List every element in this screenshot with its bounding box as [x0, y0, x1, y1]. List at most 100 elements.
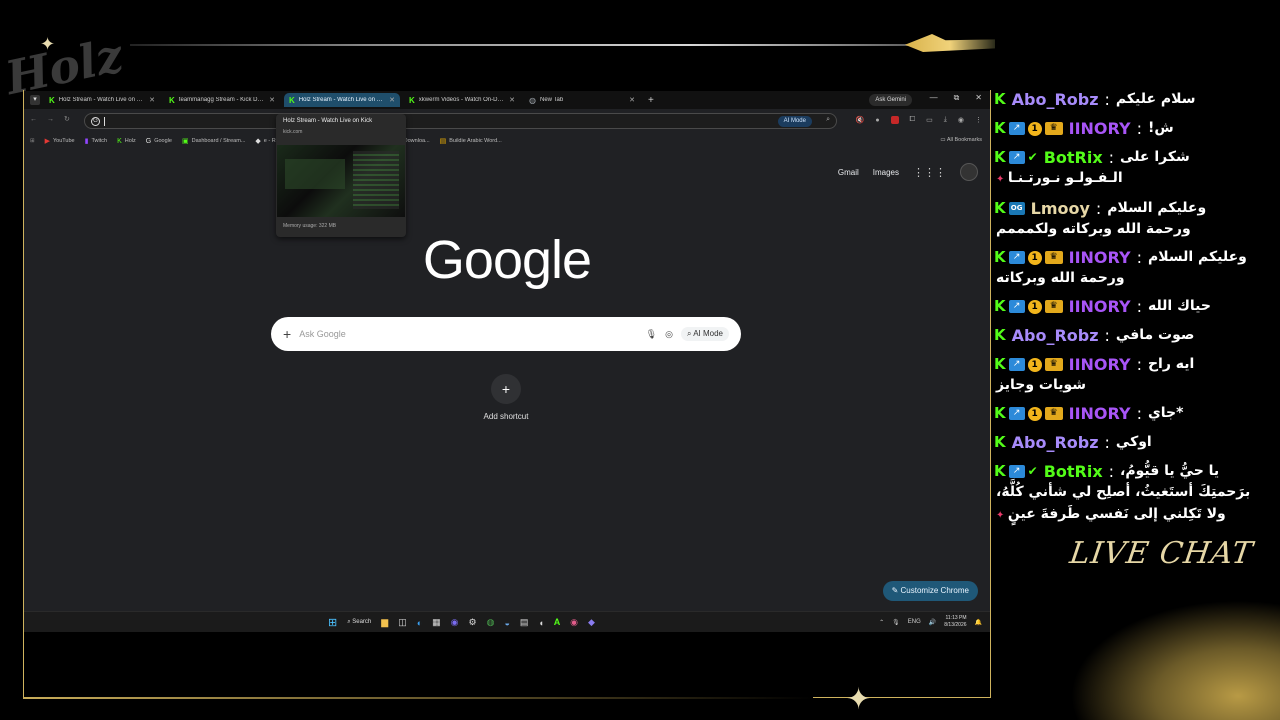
chat-username[interactable]: BotRix — [1044, 146, 1103, 169]
plus-icon[interactable]: + — [283, 326, 291, 342]
chat-username[interactable]: Abo_Robz — [1012, 88, 1099, 111]
chat-username[interactable]: IINORY — [1069, 246, 1131, 269]
steam-icon[interactable]: ◒ — [504, 618, 509, 628]
images-link[interactable]: Images — [873, 168, 899, 177]
microphone-icon[interactable]: 🎙 — [646, 329, 657, 340]
chat-message: K Abo_Robz: اوكي — [994, 431, 1256, 454]
volume-icon[interactable]: 🔊 — [929, 619, 936, 626]
bookmark-4[interactable]: ▣ Dashboard / Stream... — [182, 137, 245, 145]
tab-close-icon[interactable]: ✕ — [509, 96, 515, 104]
bookmark-10[interactable]: ▤ Buildie Arabic Word... — [440, 137, 502, 145]
puzzle-icon[interactable]: ⧠ — [910, 116, 916, 124]
tab-1[interactable]: Kteammanagg Stream - Kick Dashboard ✕ — [164, 93, 280, 107]
reload-icon[interactable]: ↻ — [64, 115, 70, 123]
tab-hover-card: Holz Stream - Watch Live on Kick kick.co… — [276, 114, 406, 237]
new-tab-button[interactable]: + — [648, 95, 654, 106]
clock[interactable]: 11:13 PM 8/13/2026 — [944, 615, 966, 629]
chat-text: سلام عليكم — [1115, 91, 1196, 107]
app-icon[interactable]: ▤ — [520, 617, 529, 628]
chat-username[interactable]: IINORY — [1069, 295, 1131, 318]
kick-app-icon[interactable]: 𝐀 — [554, 617, 560, 628]
chat-username[interactable]: Abo_Robz — [1012, 431, 1099, 454]
avatar[interactable] — [960, 163, 978, 181]
notification-icon[interactable]: 🔔 — [975, 619, 982, 626]
minimize-icon[interactable]: — — [930, 93, 938, 103]
discord-icon[interactable]: ◉ — [451, 617, 459, 628]
settings-icon[interactable]: ⚙ — [469, 617, 477, 628]
menu-icon[interactable]: ⋮ — [975, 116, 982, 124]
ask-gemini-button[interactable]: Ask Gemini — [869, 94, 912, 106]
back-icon[interactable]: ← — [30, 116, 37, 123]
chevron-up-icon[interactable]: ⌃ — [879, 619, 884, 626]
bookmark-label: Holz — [124, 138, 136, 144]
edge-icon[interactable]: ◐ — [417, 618, 422, 628]
store-icon[interactable]: ◫ — [398, 617, 407, 628]
apps-icon[interactable]: ⊞ — [30, 138, 35, 144]
chat-text: اوكي — [1115, 434, 1152, 450]
tab-title: teammanagg Stream - Kick Dashboard — [178, 97, 265, 103]
windows-start-icon[interactable]: ⊞ — [328, 616, 337, 629]
customize-chrome-button[interactable]: ✎ Customize Chrome — [882, 581, 978, 601]
mic-tray-icon[interactable]: 🎙 — [892, 619, 900, 626]
bookmark-0[interactable]: ▶ YouTube — [45, 137, 75, 145]
app2-icon[interactable]: ◖ — [538, 618, 543, 628]
chat-separator: : — [1136, 119, 1142, 138]
tab-close-icon[interactable]: ✕ — [269, 96, 275, 104]
crown-badge-icon: ♛ — [1044, 407, 1063, 420]
ai-mode-pill[interactable]: AI Mode — [777, 116, 812, 127]
search-icon[interactable]: ⌕ — [826, 116, 830, 124]
tab-3[interactable]: Kxkwerm Videos - Watch On-Demand✕ — [404, 93, 520, 107]
tab-close-icon[interactable]: ✕ — [629, 96, 635, 104]
lens-icon[interactable]: ◎ — [665, 329, 673, 340]
badges: K ↗ 1 ♛ — [994, 295, 1063, 318]
obs-icon[interactable]: ▦ — [432, 617, 441, 628]
tab-4[interactable]: ◍ New Tab ✕ — [524, 93, 640, 107]
taskbar-search[interactable]: ⌕ Search — [347, 619, 371, 626]
add-shortcut-icon[interactable]: + — [491, 374, 521, 404]
chat-username[interactable]: IINORY — [1069, 117, 1131, 140]
chat-separator: : — [1136, 355, 1142, 374]
chat-username[interactable]: IINORY — [1069, 402, 1131, 425]
chat-username[interactable]: Abo_Robz — [1012, 324, 1099, 347]
record-icon[interactable] — [890, 116, 899, 124]
search-input[interactable]: + Ask Google 🎙 ◎ ⌕ AI Mode — [271, 317, 741, 351]
badges: K — [994, 431, 1006, 454]
app3-icon[interactable]: ◉ — [570, 617, 578, 628]
address-bar[interactable]: G AI Mode ⌕ — [84, 113, 837, 129]
tab-close-icon[interactable]: ✕ — [389, 96, 395, 104]
bookmark-label: Twitch — [91, 138, 108, 144]
app4-icon[interactable]: ◆ — [588, 617, 595, 628]
tab-search-button[interactable]: ▾ — [30, 95, 40, 105]
profile-icon[interactable]: ◉ — [958, 116, 964, 124]
all-bookmarks-button[interactable]: ▭ All Bookmarks — [940, 137, 982, 143]
chat-username[interactable]: IINORY — [1069, 353, 1131, 376]
file-explorer-icon[interactable]: ▆ — [381, 617, 388, 628]
sidepanel-icon[interactable]: ▭ — [926, 116, 933, 124]
boost-badge-icon: ↗ — [1008, 300, 1025, 313]
close-icon[interactable]: ✕ — [975, 93, 982, 103]
tab-title: New Tab — [539, 97, 564, 103]
chrome-icon[interactable]: ◍ — [487, 617, 495, 628]
chat-username[interactable]: BotRix — [1044, 460, 1103, 483]
bookmark-2[interactable]: K Holz — [117, 137, 136, 145]
badges: K — [994, 324, 1006, 347]
google-apps-icon[interactable]: ⋮⋮⋮ — [913, 166, 946, 179]
language-indicator[interactable]: ENG — [908, 619, 921, 625]
kick-badge-icon: K — [994, 326, 1006, 344]
chat-username[interactable]: Lmooy — [1031, 197, 1090, 220]
maximize-icon[interactable]: ⧉ — [954, 93, 960, 103]
tab-2[interactable]: K Holz Stream - Watch Live on Kick ✕ — [284, 93, 400, 107]
bookmark-3[interactable]: G Google — [146, 137, 172, 145]
download-icon[interactable]: ⤓ — [944, 116, 947, 124]
bookmark-1[interactable]: ▮ Twitch — [85, 137, 107, 145]
gmail-link[interactable]: Gmail — [838, 168, 859, 177]
tab-0[interactable]: K Holz Stream - Watch Live on Kick ✕ — [44, 93, 160, 107]
mute-icon[interactable]: 🔇 — [856, 116, 865, 124]
extension-icon[interactable]: ● — [875, 117, 879, 124]
tab-close-icon[interactable]: ✕ — [149, 96, 155, 104]
ai-mode-button[interactable]: ⌕ AI Mode — [680, 327, 729, 341]
forward-icon[interactable]: → — [47, 116, 54, 123]
twitch-icon: ▮ — [84, 138, 89, 145]
chat-text: شكرا على — [1120, 149, 1190, 165]
add-shortcut[interactable]: + Add shortcut — [482, 374, 530, 421]
